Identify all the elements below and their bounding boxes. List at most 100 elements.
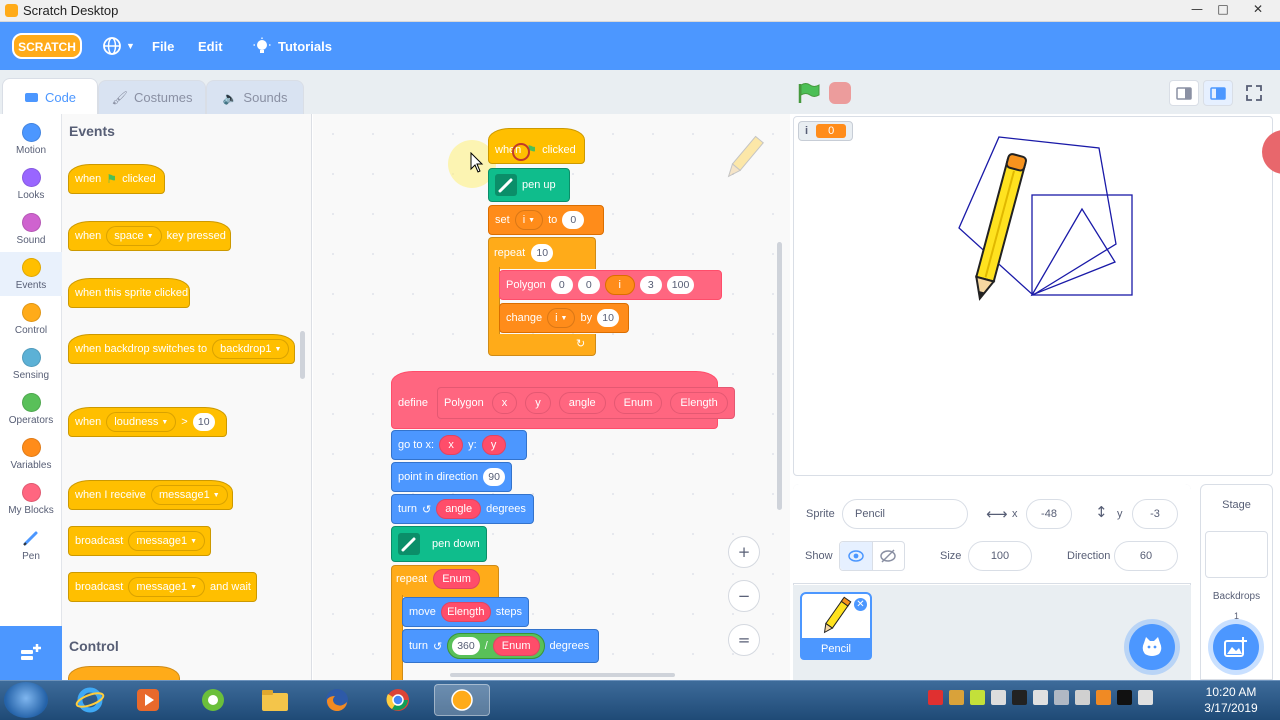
script-turn-angle[interactable]: turn ↺ angle degrees [391, 494, 534, 524]
taskbar-firefox[interactable] [313, 684, 361, 716]
param-enum[interactable]: Enum [613, 392, 663, 414]
tray-icon-v[interactable] [928, 690, 943, 705]
category-my-blocks[interactable]: My Blocks [0, 477, 62, 521]
param-y[interactable]: y [525, 392, 551, 414]
script-turn-division[interactable]: turn ↺ 360 / Enum degrees [402, 629, 599, 663]
palette-when-loudness[interactable]: when loudness ▼ > 10 [68, 407, 227, 437]
script-when-flag-clicked[interactable]: when ⚑ clicked [488, 128, 585, 164]
network-icon[interactable] [1138, 690, 1153, 705]
backdrop-dropdown[interactable]: backdrop1 ▼ [212, 339, 290, 359]
category-sound[interactable]: Sound [0, 207, 62, 251]
green-flag-button[interactable] [797, 82, 821, 104]
message-dropdown[interactable]: message1 ▼ [128, 531, 206, 551]
param-y-reporter[interactable]: y [481, 435, 506, 455]
add-sprite-button[interactable] [1129, 624, 1175, 670]
script-point-in-direction[interactable]: point in direction 90 [391, 462, 512, 492]
size-input[interactable]: 100 [968, 541, 1032, 571]
message-dropdown[interactable]: message1 ▼ [128, 577, 206, 597]
taskbar-internet-explorer[interactable] [66, 684, 114, 716]
tray-icon-6[interactable] [1033, 690, 1048, 705]
zoom-in-button[interactable]: + [728, 536, 760, 568]
param-x[interactable]: x [491, 392, 518, 414]
x-input[interactable]: -48 [1026, 499, 1072, 529]
taskbar-scratch[interactable] [434, 684, 490, 716]
tray-icon-5[interactable] [1012, 690, 1027, 705]
zoom-reset-button[interactable]: = [728, 624, 760, 656]
tab-code[interactable]: Code [2, 78, 98, 116]
tray-icon-3[interactable] [970, 690, 985, 705]
variable-dropdown[interactable]: i ▼ [514, 210, 544, 230]
category-variables[interactable]: Variables [0, 432, 62, 476]
small-stage-button[interactable] [1169, 80, 1199, 106]
repeat-count-input[interactable]: 10 [531, 244, 554, 262]
stage-thumbnail[interactable] [1205, 531, 1268, 578]
palette-when-flag-clicked[interactable]: when ⚑ clicked [68, 164, 165, 194]
language-menu[interactable]: ▼ [102, 22, 135, 70]
param-enum-reporter[interactable]: Enum [433, 569, 480, 589]
palette-when-backdrop-switches[interactable]: when backdrop switches to backdrop1 ▼ [68, 334, 295, 364]
show-sprite-button[interactable] [840, 542, 873, 570]
large-stage-button[interactable] [1203, 80, 1233, 106]
param-x-reporter[interactable]: x [439, 435, 464, 455]
script-define-polygon[interactable]: define Polygon x y angle Enum Elength [391, 371, 735, 429]
palette-when-i-receive[interactable]: when I receive message1 ▼ [68, 480, 233, 510]
direction-input[interactable]: 90 [483, 468, 506, 486]
pencil-sprite[interactable] [971, 153, 1027, 301]
param-elength[interactable]: Elength [670, 392, 728, 414]
close-button[interactable]: ✕ [1236, 0, 1280, 18]
key-dropdown[interactable]: space ▼ [106, 226, 162, 246]
variable-dropdown[interactable]: i ▼ [547, 308, 576, 328]
code-horizontal-scrollbar[interactable] [450, 673, 675, 677]
palette-when-sprite-clicked[interactable]: when this sprite clicked [68, 278, 190, 308]
category-control[interactable]: Control [0, 297, 62, 341]
category-motion[interactable]: Motion [0, 117, 62, 161]
start-button[interactable] [4, 682, 48, 718]
tab-costumes[interactable]: 🖌 Costumes [98, 80, 206, 114]
param-angle[interactable]: angle [558, 392, 606, 414]
minimize-button[interactable]: — [1184, 0, 1210, 18]
taskbar-app-green[interactable] [189, 684, 237, 716]
script-move-steps[interactable]: move Elength steps [402, 597, 529, 627]
script-set-variable[interactable]: set i ▼ to 0 [488, 205, 604, 235]
stop-button[interactable] [829, 82, 851, 104]
divide-operator[interactable]: 360 / Enum [447, 633, 545, 659]
taskbar-clock[interactable]: 10:20 AM 3/17/2019 [1196, 684, 1266, 716]
y-input[interactable]: -3 [1132, 499, 1178, 529]
code-vertical-scrollbar[interactable] [777, 242, 782, 510]
variable-i-reporter[interactable]: i [604, 275, 635, 295]
param-enum-reporter[interactable]: Enum [492, 636, 540, 656]
taskbar-chrome[interactable] [374, 684, 422, 716]
param-angle-reporter[interactable]: angle [436, 499, 482, 519]
polygon-enum-input[interactable]: 3 [639, 276, 662, 294]
polygon-x-input[interactable]: 0 [550, 276, 573, 294]
script-go-to-xy[interactable]: go to x: x y: y [391, 430, 527, 460]
taskbar-media-player[interactable] [124, 684, 172, 716]
palette-control-block[interactable] [68, 666, 180, 680]
polygon-y-input[interactable]: 0 [577, 276, 600, 294]
sensor-dropdown[interactable]: loudness ▼ [106, 412, 177, 432]
stage[interactable] [793, 116, 1273, 476]
zoom-out-button[interactable]: − [728, 580, 760, 612]
tutorials-menu[interactable]: Tutorials [253, 22, 332, 70]
delete-sprite-button[interactable]: ✕ [853, 597, 868, 612]
category-sensing[interactable]: Sensing [0, 342, 62, 386]
change-value-input[interactable]: 10 [597, 309, 620, 327]
tray-icon-4[interactable] [991, 690, 1006, 705]
category-operators[interactable]: Operators [0, 387, 62, 431]
tray-icon-2[interactable] [949, 690, 964, 705]
category-events[interactable]: Events [0, 252, 62, 296]
tab-sounds[interactable]: 🔈 Sounds [206, 80, 304, 114]
maximize-button[interactable]: □ [1210, 0, 1236, 18]
direction-input[interactable]: 60 [1114, 541, 1178, 571]
category-looks[interactable]: Looks [0, 162, 62, 206]
palette-when-key-pressed[interactable]: when space ▼ key pressed [68, 221, 231, 251]
tray-icon-9[interactable] [1096, 690, 1111, 705]
scratch-logo[interactable]: SCRATCH [12, 32, 82, 60]
script-change-variable[interactable]: change i ▼ by 10 [499, 303, 629, 333]
polygon-elength-input[interactable]: 100 [666, 276, 695, 294]
fullscreen-button[interactable] [1239, 80, 1269, 106]
set-value-input[interactable]: 0 [562, 211, 585, 229]
file-menu[interactable]: File [152, 22, 174, 70]
add-extension-button[interactable] [0, 626, 62, 680]
category-pen[interactable]: Pen [0, 522, 62, 566]
